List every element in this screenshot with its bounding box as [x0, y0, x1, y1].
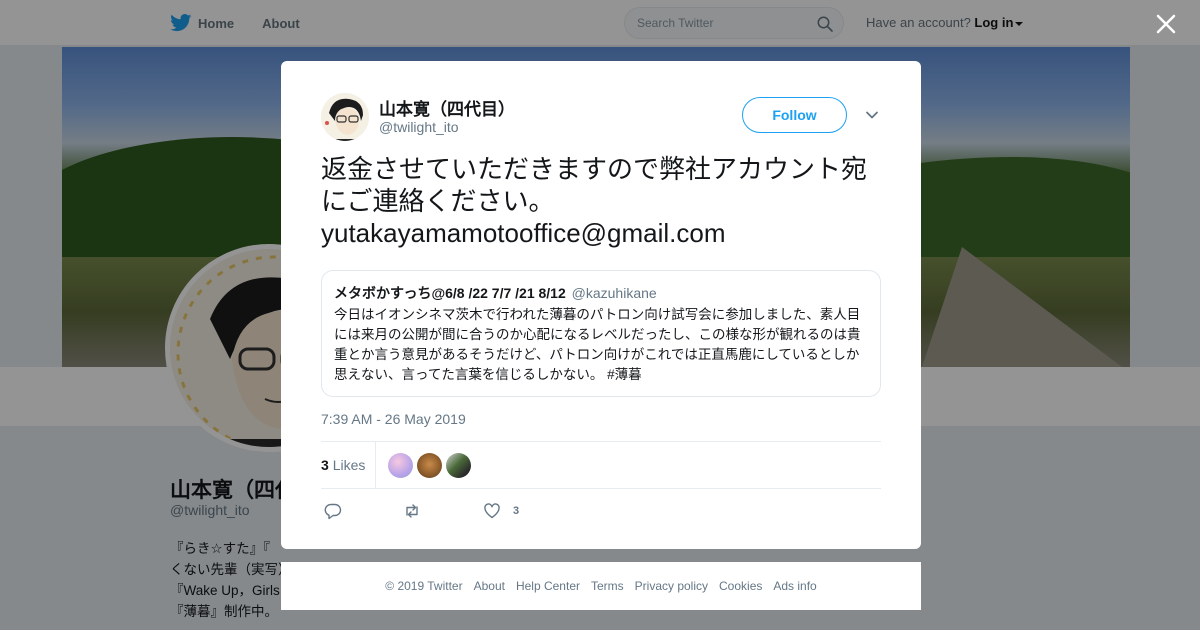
- footer: © 2019 Twitter About Help Center Terms P…: [281, 562, 921, 610]
- footer-copyright: © 2019 Twitter: [385, 579, 463, 593]
- reply-action[interactable]: [324, 501, 342, 521]
- tweet-text-line: yutakayamamotooffice@gmail.com: [321, 218, 726, 248]
- footer-link-terms[interactable]: Terms: [591, 579, 624, 593]
- tweet-actions: 3: [321, 501, 881, 521]
- retweet-icon[interactable]: [403, 502, 421, 520]
- likes-label: Likes: [332, 457, 366, 473]
- tweet-timestamp[interactable]: 7:39 AM - 26 May 2019: [321, 411, 466, 427]
- quoted-tweet[interactable]: メタボかすっち@6/8 /22 7/7 /21 8/12 @kazuhikane…: [321, 270, 881, 397]
- footer-link-about[interactable]: About: [474, 579, 505, 593]
- close-icon[interactable]: [1152, 10, 1180, 38]
- footer-link-privacy-policy[interactable]: Privacy policy: [635, 579, 708, 593]
- author-name[interactable]: 山本寛（四代目）: [379, 95, 515, 120]
- likes-count: 3: [321, 457, 329, 473]
- like-count: 3: [513, 505, 520, 517]
- author-handle[interactable]: @twilight_ito: [379, 119, 459, 135]
- likes-stat[interactable]: 3 Likes: [321, 457, 365, 473]
- quoted-author-name: メタボかすっち@6/8 /22 7/7 /21 8/12: [334, 285, 566, 301]
- chevron-down-icon[interactable]: [865, 108, 879, 122]
- quoted-tweet-header: メタボかすっち@6/8 /22 7/7 /21 8/12 @kazuhikane: [334, 283, 868, 303]
- stats-divider: [375, 442, 376, 488]
- liker-avatar[interactable]: [446, 453, 471, 478]
- reply-icon[interactable]: [324, 502, 342, 520]
- tweet-permalink-modal: 山本寛（四代目） @twilight_ito Follow 返金させていただきま…: [281, 61, 921, 549]
- quoted-tweet-text: 今日はイオンシネマ茨木で行われた薄暮のパトロン向け試写会に参加しました、素人目に…: [334, 307, 861, 382]
- liker-avatar[interactable]: [388, 453, 413, 478]
- footer-link-ads-info[interactable]: Ads info: [773, 579, 816, 593]
- retweet-action[interactable]: [403, 501, 421, 521]
- quoted-author-handle: @kazuhikane: [571, 285, 657, 301]
- heart-icon[interactable]: [483, 502, 501, 520]
- tweet-stats: 3 Likes: [321, 441, 881, 489]
- tweet-text: 返金させていただきますので弊社アカウント宛にご連絡ください。 yutakayama…: [321, 153, 881, 249]
- footer-link-cookies[interactable]: Cookies: [719, 579, 762, 593]
- follow-button[interactable]: Follow: [742, 97, 847, 133]
- avatar-illustration: [321, 93, 369, 141]
- footer-link-help-center[interactable]: Help Center: [516, 579, 580, 593]
- author-avatar[interactable]: [321, 93, 369, 141]
- like-action[interactable]: 3: [483, 501, 519, 521]
- tweet-text-line: 返金させていただきますので弊社アカウント宛にご連絡ください。: [321, 154, 868, 216]
- liker-avatar[interactable]: [417, 453, 442, 478]
